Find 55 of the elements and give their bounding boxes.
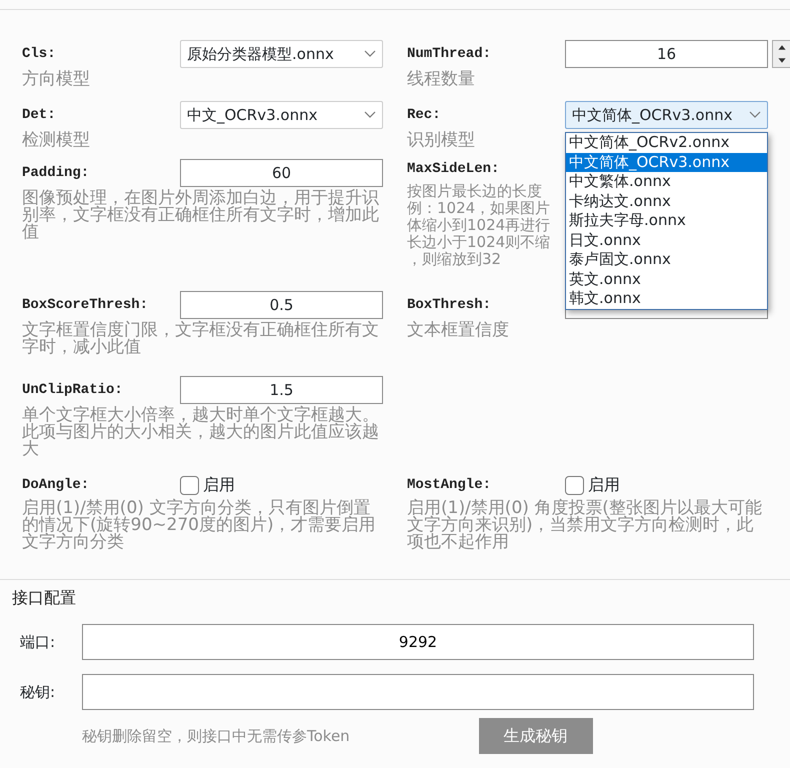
- field-label: MaxSideLen:: [407, 160, 500, 179]
- field-description: 启用(1)/禁用(0) 文字方向分类，只有图片倒置的情况下(旋转90~270度的图片)，才需要启用文字方向分类: [22, 500, 377, 551]
- dropdown-option[interactable]: 中文繁体.onnx: [566, 172, 767, 192]
- field-description: 图像预处理，在图片外周添加白边，用于提升识别率，文字框没有正确框住所有文字时，增加此值: [22, 190, 380, 241]
- input-field[interactable]: 60: [180, 159, 383, 187]
- field-description: 识别模型: [407, 132, 475, 149]
- chevron-icon: [749, 111, 761, 119]
- field-label: UnClipRatio:: [22, 380, 124, 400]
- field-label: 秘钥:: [20, 682, 56, 703]
- chevron-icon: [364, 50, 376, 58]
- field-label: MostAngle:: [407, 476, 492, 494]
- field-description: 文字框置信度门限，文字框没有正确框住所有文字时，减小此值: [22, 322, 380, 356]
- field-label: BoxThresh:: [407, 296, 492, 314]
- field-label: Cls:: [22, 44, 57, 64]
- description-line: 长边小于1024则不缩: [407, 234, 552, 251]
- dropdown-option[interactable]: 卡纳达文.onnx: [566, 192, 767, 211]
- description-line: 体缩小到1024再进行: [407, 217, 552, 234]
- checkbox[interactable]: [565, 476, 584, 494]
- field-description: 检测模型: [22, 132, 90, 149]
- field-label: Rec:: [407, 106, 442, 124]
- field-description: 文本框置信度: [407, 322, 509, 339]
- dropdown-option[interactable]: 英文.onnx: [566, 270, 767, 289]
- checkbox-label[interactable]: 启用: [203, 473, 235, 497]
- field-label: DoAngle:: [22, 476, 90, 494]
- checkbox-label[interactable]: 启用: [588, 473, 620, 497]
- dropdown-option[interactable]: 中文简体_OCRv3.onnx: [566, 152, 767, 172]
- field-description: 单个文字框大小倍率，越大时单个文字框越大。此项与图片的大小相关，越大的图片此值应该越大: [22, 407, 380, 458]
- description-line: 例：1024，如果图片: [407, 200, 552, 217]
- input-field[interactable]: 0.5: [180, 291, 383, 319]
- spinner-buttons[interactable]: [772, 40, 790, 68]
- input-field[interactable]: [82, 674, 754, 710]
- description-line: ，则缩放到32: [407, 251, 502, 268]
- field-label: NumThread:: [407, 44, 492, 64]
- field-label: Det:: [22, 106, 57, 124]
- field-description: 线程数量: [407, 71, 475, 88]
- input-field[interactable]: 1.5: [180, 376, 383, 404]
- number-field[interactable]: 16: [565, 40, 768, 68]
- dropdown-option[interactable]: 中文简体_OCRv2.onnx: [566, 133, 767, 152]
- field-description: 启用(1)/禁用(0) 角度投票(整张图片以最大可能文字方向来识别)，当禁用文字方向检测时，此项也不起作用: [407, 500, 763, 551]
- dropdown[interactable]: 原始分类器模型.onnx: [180, 40, 383, 68]
- hint-text: 秘钥删除留空，则接口中无需传参Token: [82, 726, 350, 747]
- checkbox[interactable]: [180, 476, 199, 494]
- dropdown-option[interactable]: 日文.onnx: [566, 230, 767, 250]
- dropdown-option[interactable]: 泰卢固文.onnx: [566, 250, 767, 270]
- description-line: 按图片最长边的长度: [407, 183, 543, 200]
- field-label: 端口:: [20, 632, 56, 653]
- dropdown[interactable]: 中文_OCRv3.onnx: [180, 101, 383, 129]
- input-field[interactable]: 9292: [82, 624, 754, 660]
- dropdown-option[interactable]: 斯拉夫字母.onnx: [566, 211, 767, 230]
- chevron-icon: [364, 111, 376, 119]
- dropdown-option[interactable]: 韩文.onnx: [566, 289, 767, 308]
- dropdown[interactable]: 中文简体_OCRv3.onnx: [565, 101, 768, 129]
- field-label: Padding:: [22, 164, 90, 182]
- field-description: 方向模型: [22, 71, 90, 88]
- field-label: BoxScoreThresh:: [22, 296, 150, 314]
